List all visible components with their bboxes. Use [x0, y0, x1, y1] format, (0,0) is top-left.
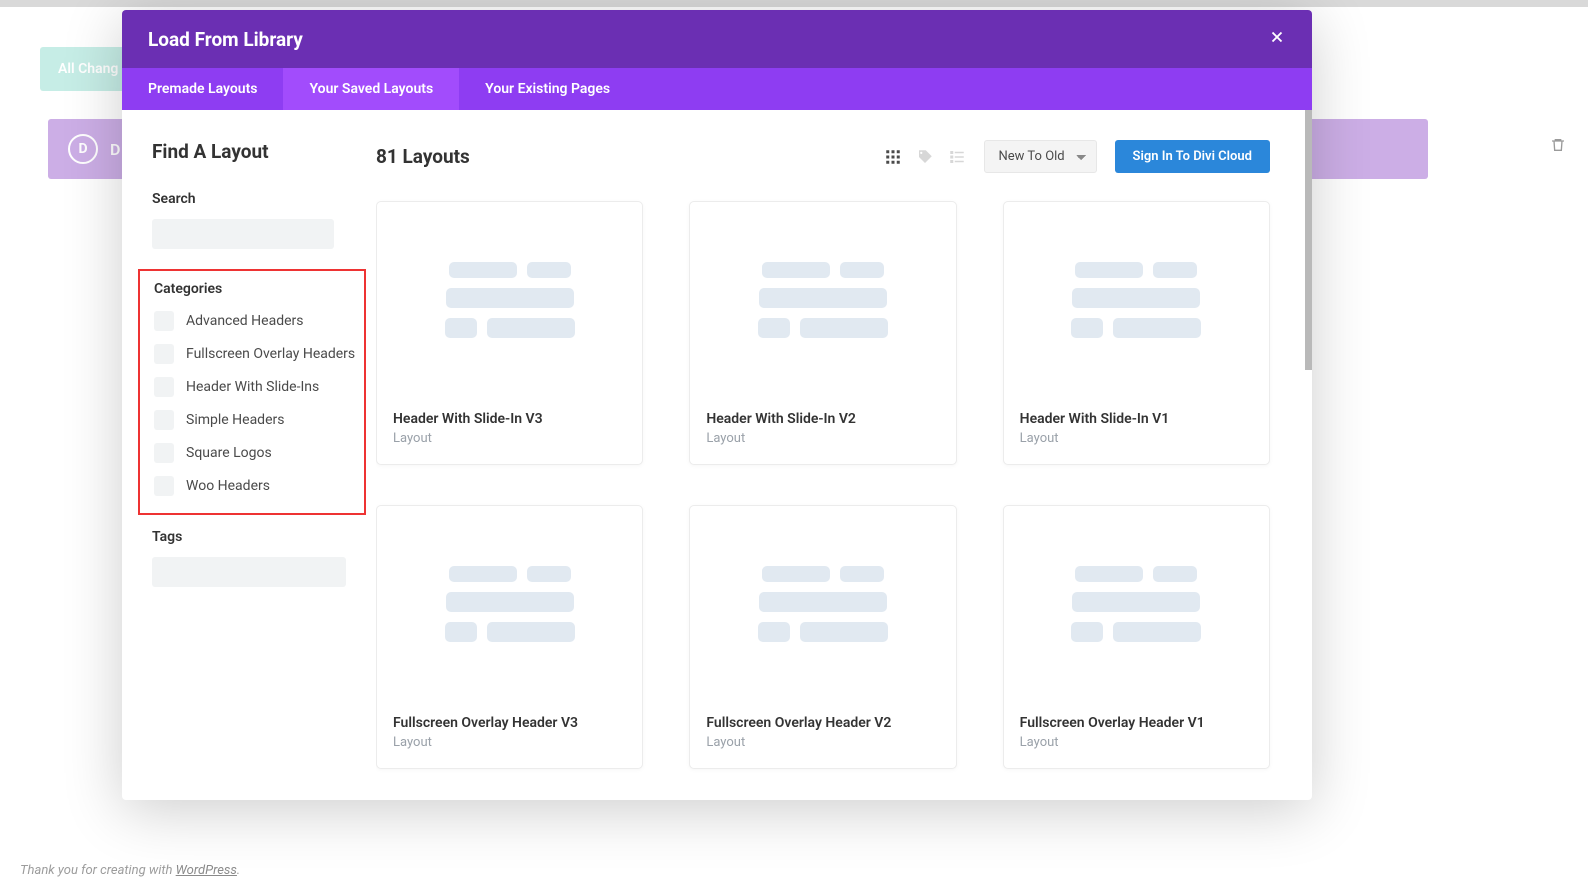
- category-item[interactable]: Header With Slide-Ins: [154, 377, 356, 398]
- card-type: Layout: [393, 431, 626, 446]
- category-checkbox[interactable]: [154, 410, 174, 430]
- main-tools: New To Old Sign In To Divi Cloud: [884, 140, 1270, 173]
- layout-card[interactable]: Header With Slide-In V2 Layout: [689, 201, 956, 465]
- card-thumbnail: [1004, 202, 1269, 397]
- card-title: Header With Slide-In V3: [393, 411, 626, 427]
- card-thumbnail: [690, 202, 955, 397]
- scrollbar-thumb[interactable]: [1305, 110, 1312, 370]
- tab-your-saved-layouts[interactable]: Your Saved Layouts: [283, 68, 459, 110]
- category-checkbox[interactable]: [154, 476, 174, 496]
- sidebar: Find A Layout Search Categories Advanced…: [122, 110, 376, 800]
- main-header: 81 Layouts: [376, 140, 1270, 173]
- card-meta: Header With Slide-In V2 Layout: [690, 397, 955, 464]
- card-meta: Header With Slide-In V3 Layout: [377, 397, 642, 464]
- categories-section: Categories Advanced Headers Fullscreen Ov…: [138, 269, 366, 515]
- footer-thanks: Thank you for creating with WordPress.: [20, 863, 240, 878]
- category-label: Square Logos: [186, 443, 272, 464]
- category-label: Advanced Headers: [186, 311, 304, 332]
- card-meta: Header With Slide-In V1 Layout: [1004, 397, 1269, 464]
- modal-header: Load From Library: [122, 10, 1312, 68]
- card-title: Header With Slide-In V2: [706, 411, 939, 427]
- card-meta: Fullscreen Overlay Header V2 Layout: [690, 701, 955, 768]
- search-heading: Search: [152, 191, 376, 207]
- card-title: Fullscreen Overlay Header V3: [393, 715, 626, 731]
- categories-heading: Categories: [154, 281, 356, 297]
- category-label: Simple Headers: [186, 410, 284, 431]
- tab-premade-layouts[interactable]: Premade Layouts: [122, 68, 283, 110]
- card-type: Layout: [393, 735, 626, 750]
- category-checkbox[interactable]: [154, 377, 174, 397]
- tags-input[interactable]: [152, 557, 346, 587]
- category-item[interactable]: Simple Headers: [154, 410, 356, 431]
- sidebar-title: Find A Layout: [152, 140, 376, 163]
- tag-view-icon[interactable]: [916, 148, 934, 166]
- card-type: Layout: [1020, 735, 1253, 750]
- card-meta: Fullscreen Overlay Header V1 Layout: [1004, 701, 1269, 768]
- layout-card[interactable]: Fullscreen Overlay Header V3 Layout: [376, 505, 643, 769]
- card-thumbnail: [1004, 506, 1269, 701]
- tags-heading: Tags: [152, 529, 376, 545]
- signin-divi-cloud-button[interactable]: Sign In To Divi Cloud: [1115, 140, 1270, 173]
- layout-cards-grid: Header With Slide-In V3 Layout Header Wi…: [376, 201, 1270, 769]
- category-checkbox[interactable]: [154, 344, 174, 364]
- modal-tabs: Premade Layouts Your Saved Layouts Your …: [122, 68, 1312, 110]
- layout-card[interactable]: Fullscreen Overlay Header V2 Layout: [689, 505, 956, 769]
- modal-body: Find A Layout Search Categories Advanced…: [122, 110, 1312, 800]
- trash-icon[interactable]: [1550, 137, 1566, 157]
- card-type: Layout: [706, 431, 939, 446]
- category-item[interactable]: Fullscreen Overlay Headers: [154, 344, 356, 365]
- layout-card[interactable]: Fullscreen Overlay Header V1 Layout: [1003, 505, 1270, 769]
- card-type: Layout: [706, 735, 939, 750]
- card-title: Fullscreen Overlay Header V2: [706, 715, 939, 731]
- layouts-count: 81 Layouts: [376, 145, 470, 168]
- divi-bar-text: D: [110, 140, 120, 159]
- category-item[interactable]: Advanced Headers: [154, 311, 356, 332]
- card-thumbnail: [690, 506, 955, 701]
- card-thumbnail: [377, 202, 642, 397]
- card-type: Layout: [1020, 431, 1253, 446]
- card-title: Header With Slide-In V1: [1020, 411, 1253, 427]
- grid-view-icon[interactable]: [884, 148, 902, 166]
- card-title: Fullscreen Overlay Header V1: [1020, 715, 1253, 731]
- category-item[interactable]: Woo Headers: [154, 476, 356, 497]
- list-view-icon[interactable]: [948, 148, 966, 166]
- library-modal: Load From Library Premade Layouts Your S…: [122, 10, 1312, 800]
- divi-logo-icon: D: [68, 134, 98, 164]
- main-panel: 81 Layouts: [376, 110, 1312, 800]
- admin-topbar: [0, 0, 1588, 7]
- card-thumbnail: [377, 506, 642, 701]
- close-button[interactable]: [1268, 28, 1286, 50]
- modal-title: Load From Library: [148, 28, 303, 51]
- category-checkbox[interactable]: [154, 311, 174, 331]
- category-checkbox[interactable]: [154, 443, 174, 463]
- card-meta: Fullscreen Overlay Header V3 Layout: [377, 701, 642, 768]
- category-label: Header With Slide-Ins: [186, 377, 319, 398]
- layout-card[interactable]: Header With Slide-In V3 Layout: [376, 201, 643, 465]
- category-label: Fullscreen Overlay Headers: [186, 344, 355, 365]
- search-input[interactable]: [152, 219, 334, 249]
- sort-select[interactable]: New To Old: [984, 140, 1097, 173]
- category-label: Woo Headers: [186, 476, 270, 497]
- layout-card[interactable]: Header With Slide-In V1 Layout: [1003, 201, 1270, 465]
- footer-thanks-text: Thank you for creating with: [20, 863, 176, 878]
- footer-wordpress-link[interactable]: WordPress: [176, 863, 237, 878]
- category-item[interactable]: Square Logos: [154, 443, 356, 464]
- tab-your-existing-pages[interactable]: Your Existing Pages: [459, 68, 636, 110]
